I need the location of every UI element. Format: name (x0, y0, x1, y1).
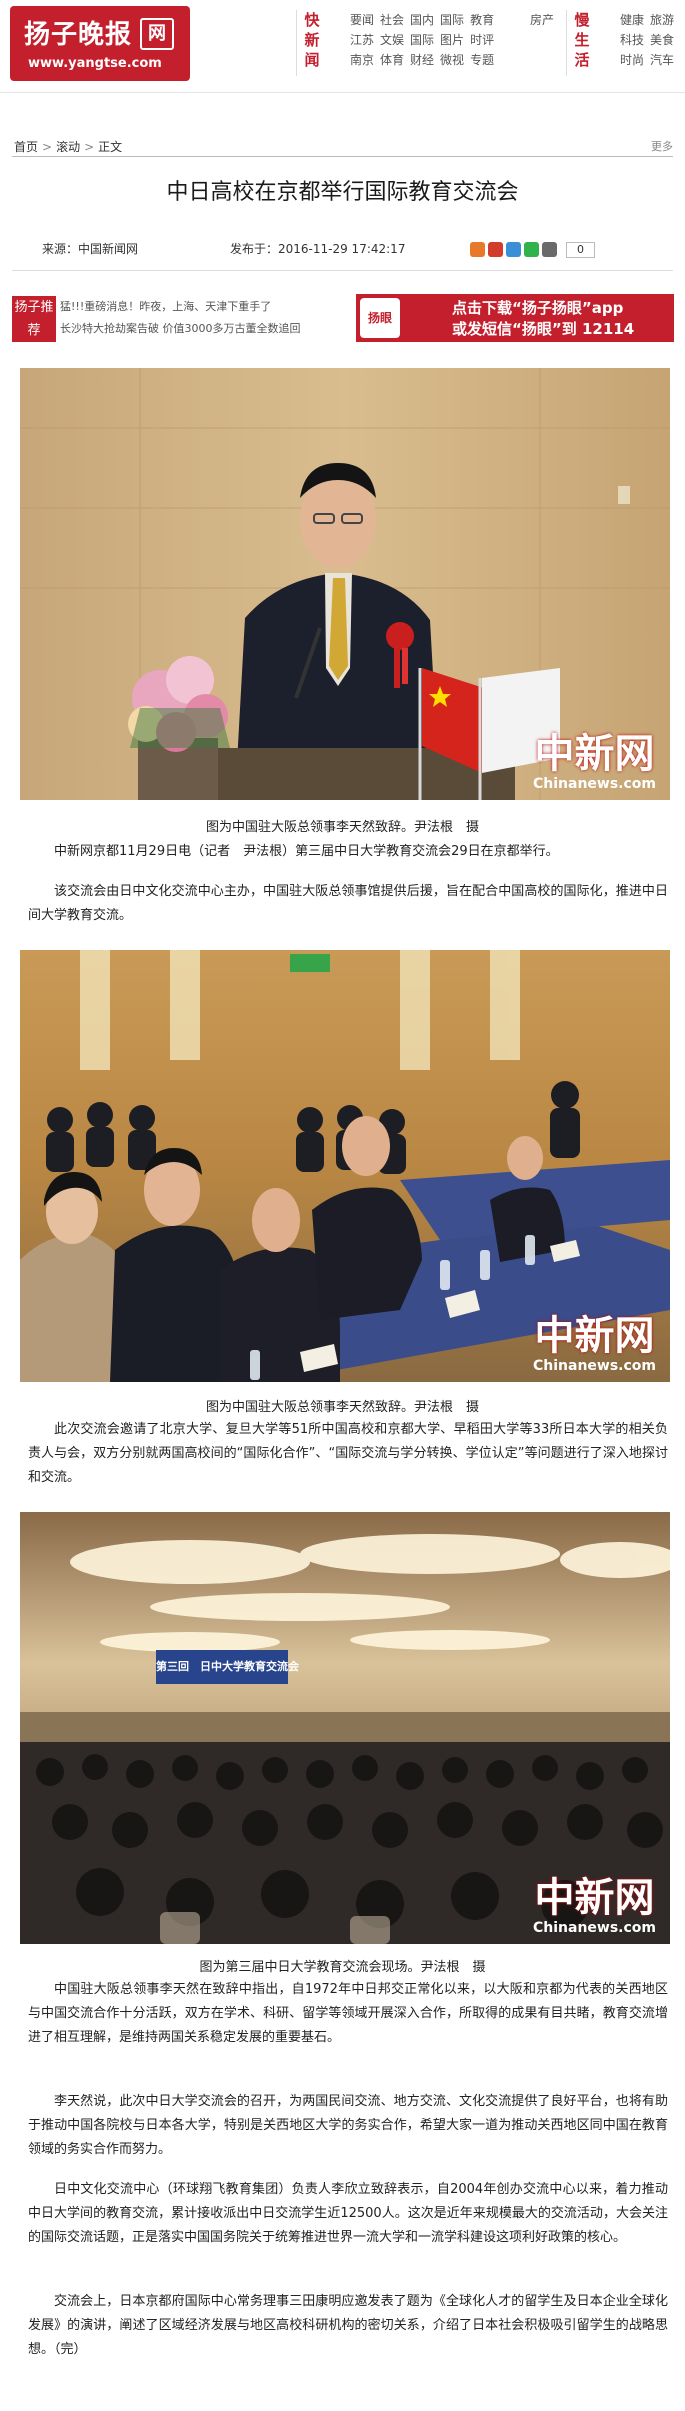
more-share-icon[interactable] (542, 242, 557, 257)
watermark-url: Chinanews.com (532, 776, 656, 792)
article-paragraph: 中国驻大阪总领事李天然在致辞中指出，自1972年中日邦交正常化以来，以大阪和京都… (28, 1982, 668, 2045)
watermark-text: 中新网 (534, 730, 655, 777)
nav-link[interactable]: 健康 (620, 13, 644, 27)
channel-row-1: 要闻 社会 国内 国际 教育 (350, 10, 500, 30)
article-photo: 中新网 Chinanews.com (20, 368, 670, 800)
breadcrumb-home[interactable]: 首页 (14, 140, 38, 154)
life-nav: 健康 旅游 科技 美食 时尚 汽车 (620, 10, 680, 70)
ad-line-2: 或发短信“扬眼”到 12114 (452, 320, 635, 338)
nav-link[interactable]: 旅游 (650, 13, 674, 27)
nav-link[interactable]: 美食 (650, 33, 674, 47)
nav-link[interactable]: 图片 (440, 33, 464, 47)
nav-link[interactable]: 专题 (470, 53, 494, 67)
watermark-text: 中新网 (534, 1874, 655, 1921)
watermark: 中新网 Chinanews.com (532, 730, 656, 793)
channel-nav: 要闻 社会 国内 国际 教育 江苏 文娱 国际 图片 时评 南京 体育 财经 微视 专题 (350, 10, 500, 70)
logo-badge: 网 (140, 18, 174, 50)
nav-link[interactable]: 体育 (380, 53, 404, 67)
nav-link[interactable]: 国际 (440, 13, 464, 27)
share-icon[interactable] (470, 242, 485, 257)
nav-link[interactable]: 国际 (410, 33, 434, 47)
qzone-icon[interactable] (506, 242, 521, 257)
watermark: 中新网 Chinanews.com (532, 1312, 656, 1375)
app-logo-icon: 扬眼 (360, 298, 400, 338)
article-paragraph: 日中文化交流中心（环球翔飞教育集团）负责人李欣立致辞表示，自2004年创办交流中… (28, 2182, 668, 2245)
share-bar: 0 (470, 239, 595, 258)
article-publish-time: 发布于：2016-11-29 17:42:17 (230, 242, 406, 256)
share-count: 0 (566, 241, 595, 258)
chevron-right-icon: > (84, 140, 95, 154)
photo-caption: 图为中国驻大阪总领事李天然致辞。尹法根 摄 (205, 1400, 479, 1415)
more-link[interactable]: 更多 (651, 138, 673, 154)
header-divider (566, 10, 567, 76)
watermark-text: 中新网 (534, 1312, 655, 1359)
article-paragraph: 中新网京都11月29日电（记者 尹法根）第三届中日大学教育交流会29日在京都举行… (54, 844, 559, 859)
nav-link[interactable]: 南京 (350, 53, 374, 67)
header-rule (0, 92, 685, 93)
article-paragraph: 李天然说，此次中日大学交流会的召开，为两国民间交流、地方交流、文化交流提供了良好… (28, 2094, 668, 2157)
breadcrumb: 首页 > 滚动 > 正文 (14, 138, 122, 155)
article-paragraph: 该交流会由日中文化交流中心主办，中国驻大阪总领事馆提供后援，旨在配合中国高校的国… (28, 884, 668, 923)
nav-link[interactable]: 汽车 (650, 53, 674, 67)
ad-line-1: 点击下载“扬子扬眼”app (452, 299, 624, 317)
article-title: 中日高校在京都举行国际教育交流会 (166, 180, 519, 205)
article-photo: 第三回 日中大学教育交流会 中新网 Chinanews.com (20, 1512, 670, 1944)
article-photo: 中新网 Chinanews.com (20, 950, 670, 1382)
nav-link[interactable]: 时评 (470, 33, 494, 47)
recommend-item[interactable]: 长沙特大抢劫案告破 价值3000多万古董全数追回 (60, 318, 301, 340)
photo-caption: 图为中国驻大阪总领事李天然致辞。尹法根 摄 (205, 820, 479, 835)
nav-link[interactable]: 社会 (380, 13, 404, 27)
article-paragraph: 此次交流会邀请了北京大学、复旦大学等51所中国高校和京都大学、早稻田大学等33所… (28, 1422, 668, 1485)
logo-text: 扬子晚报 (24, 20, 133, 50)
channel-row-2: 江苏 文娱 国际 图片 时评 (350, 30, 500, 50)
recommend-tag: 扬子推荐 (12, 296, 56, 342)
recommend-list: 猛!!!重磅消息！昨夜，上海、天津下重手了 长沙特大抢劫案告破 价值3000多万… (60, 296, 301, 340)
watermark: 中新网 Chinanews.com (532, 1874, 656, 1937)
watermark-url: Chinanews.com (532, 1920, 656, 1936)
logo-url: www.yangtse.com (28, 56, 162, 71)
nav-link[interactable]: 教育 (470, 13, 494, 27)
nav-link[interactable]: 财经 (410, 53, 434, 67)
nav-link[interactable]: 国内 (410, 13, 434, 27)
recommend-item[interactable]: 猛!!!重磅消息！昨夜，上海、天津下重手了 (60, 296, 301, 318)
app-download-banner[interactable]: 扬眼 点击下载“扬子扬眼”app 或发短信“扬眼”到 12114 (356, 294, 674, 342)
nav-link[interactable]: 科技 (620, 33, 644, 47)
nav-link[interactable]: 文娱 (380, 33, 404, 47)
wechat-icon[interactable] (524, 242, 539, 257)
article-source: 来源：中国新闻网 (42, 242, 139, 256)
weibo-icon[interactable] (488, 242, 503, 257)
breadcrumb-rule (12, 156, 673, 157)
watermark-url: Chinanews.com (532, 1358, 656, 1374)
stage-banner: 第三回 日中大学教育交流会 (156, 1660, 299, 1673)
photo-caption: 图为第三届中日大学教育交流会现场。尹法根 摄 (199, 1960, 486, 1975)
channel-group-slow-life: 慢生活 (574, 11, 590, 69)
channel-group-fast-news: 快新闻 (304, 11, 320, 69)
nav-link[interactable]: 要闻 (350, 13, 374, 27)
nav-link-house[interactable]: 房产 (530, 10, 554, 30)
nav-link[interactable]: 微视 (440, 53, 464, 67)
meta-rule (12, 270, 673, 271)
nav-link[interactable]: 时尚 (620, 53, 644, 67)
site-logo[interactable]: 扬子晚报 网 www.yangtse.com (10, 6, 190, 81)
article-paragraph: 交流会上，日本京都府国际中心常务理事三田康明应邀发表了题为《全球化人才的留学生及… (28, 2294, 668, 2357)
channel-row-3: 南京 体育 财经 微视 专题 (350, 50, 500, 70)
breadcrumb-current: 正文 (98, 140, 123, 154)
nav-link[interactable]: 江苏 (350, 33, 374, 47)
breadcrumb-scroll[interactable]: 滚动 (56, 140, 80, 154)
chevron-right-icon: > (42, 140, 53, 154)
header-divider (296, 10, 297, 76)
